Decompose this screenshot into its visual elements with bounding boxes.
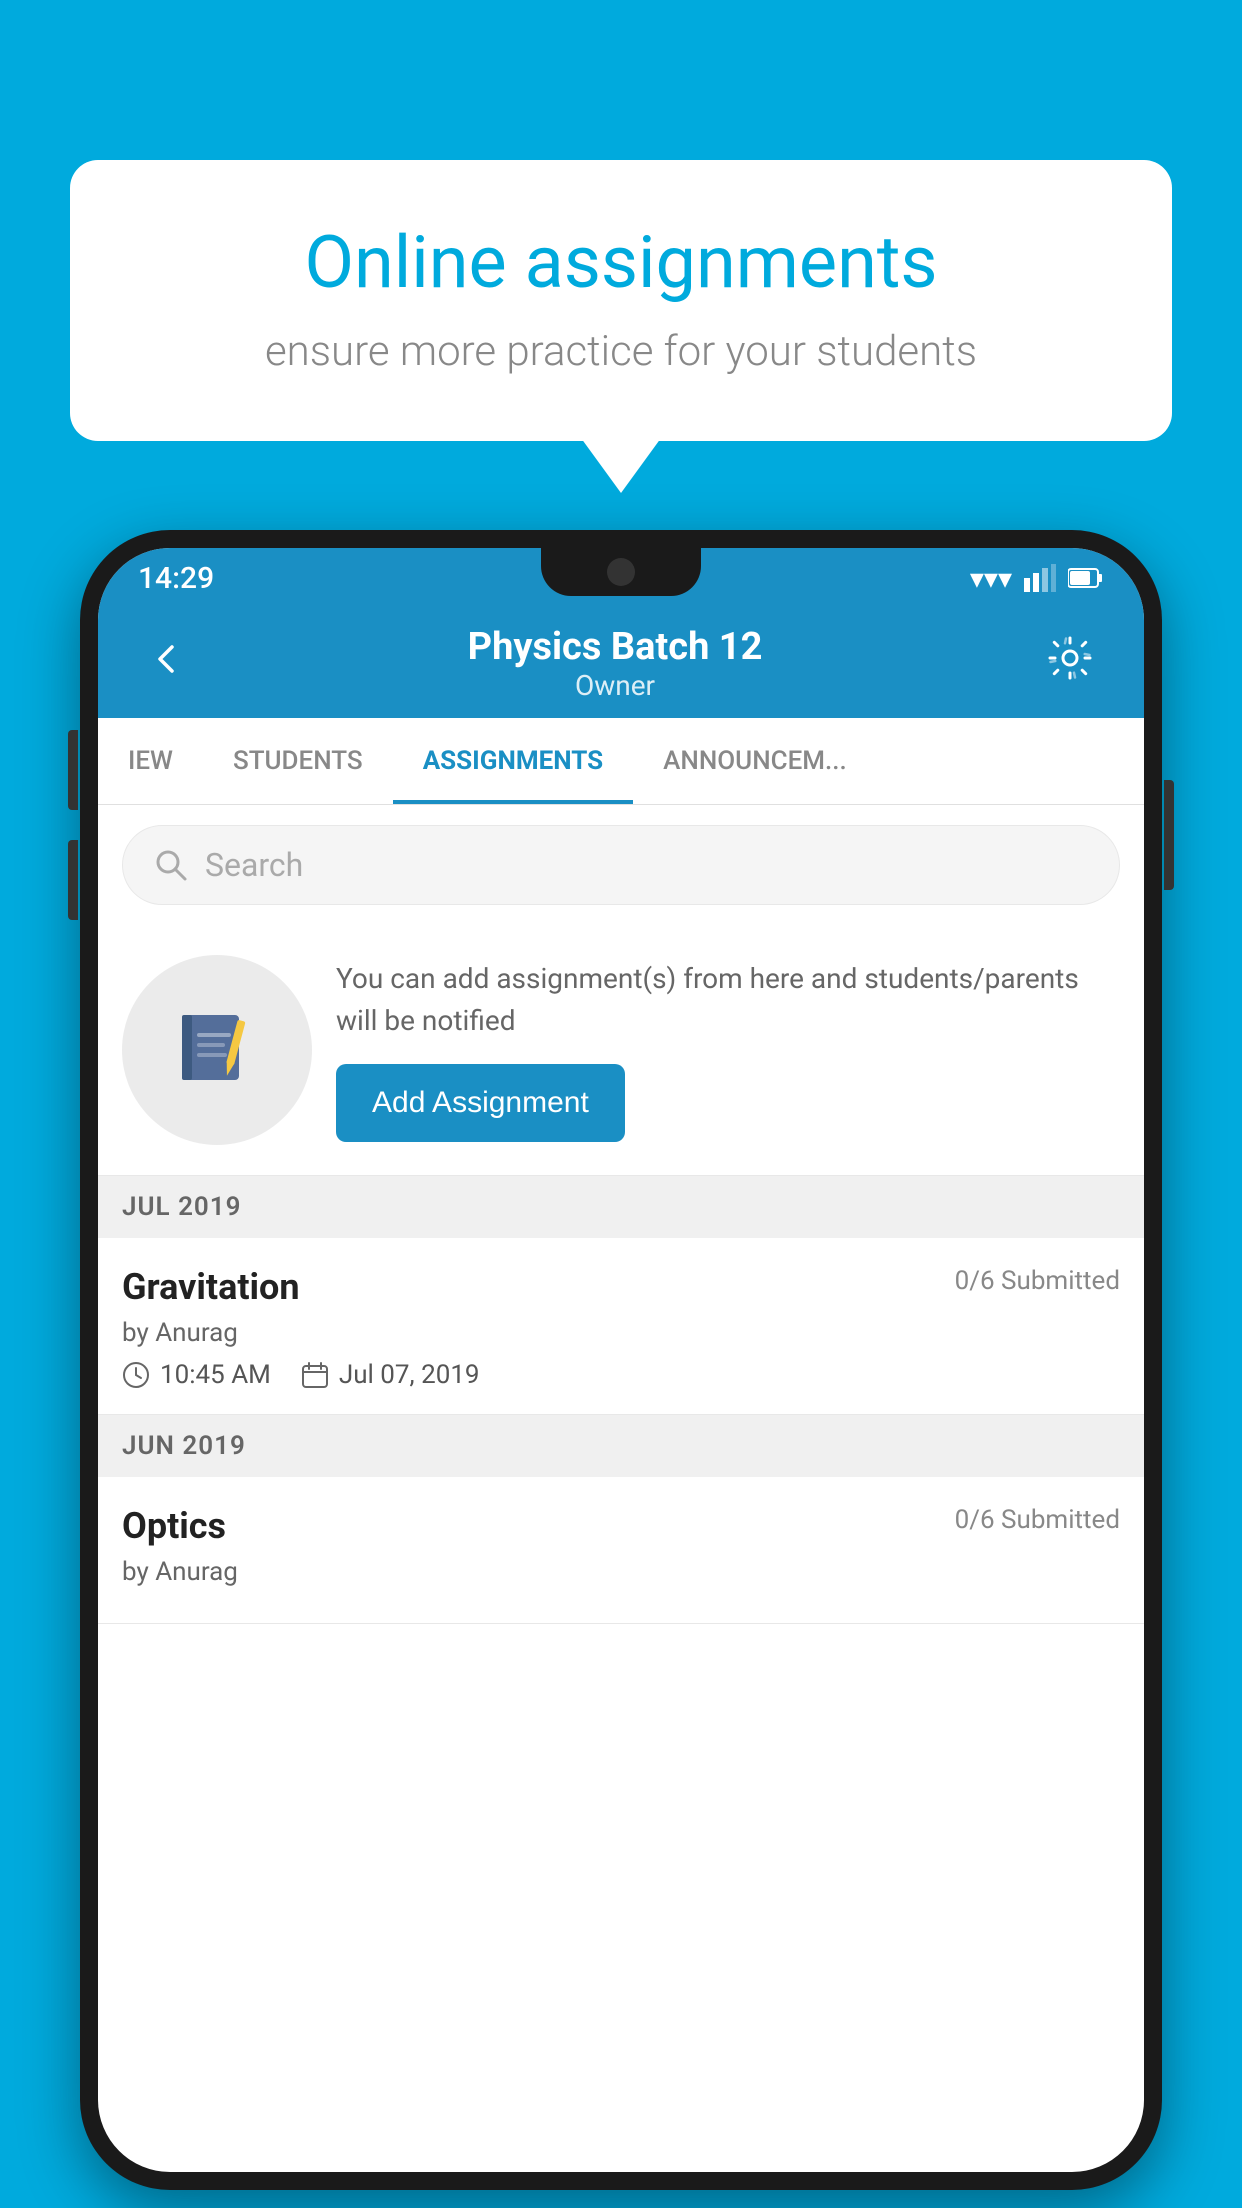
- assignment-header-gravitation: Gravitation 0/6 Submitted: [122, 1266, 1120, 1308]
- volume-down-button[interactable]: [68, 840, 78, 920]
- speech-bubble-subtitle: ensure more practice for your students: [140, 327, 1102, 376]
- search-placeholder: Search: [205, 846, 303, 884]
- promo-text: You can add assignment(s) from here and …: [336, 958, 1120, 1042]
- section-header-jun-2019: JUN 2019: [98, 1415, 1144, 1477]
- notebook-icon: [172, 1005, 262, 1095]
- assignment-title-optics: Optics: [122, 1505, 226, 1547]
- speech-bubble-container: Online assignments ensure more practice …: [70, 160, 1172, 441]
- promo-icon-circle: [122, 955, 312, 1145]
- phone-container: 14:29 ▾▾▾: [80, 530, 1162, 2208]
- power-button[interactable]: [1164, 780, 1174, 890]
- promo-content: You can add assignment(s) from here and …: [336, 958, 1120, 1142]
- assignment-header-optics: Optics 0/6 Submitted: [122, 1505, 1120, 1547]
- phone-screen: 14:29 ▾▾▾: [98, 548, 1144, 2172]
- status-icons: ▾▾▾: [970, 562, 1104, 595]
- assignment-time-gravitation: 10:45 AM: [122, 1360, 271, 1390]
- calendar-icon: [301, 1361, 329, 1389]
- tab-students[interactable]: STUDENTS: [203, 718, 393, 804]
- assignment-submitted-optics: 0/6 Submitted: [955, 1505, 1120, 1535]
- section-header-jul-2019: JUL 2019: [98, 1176, 1144, 1238]
- tabs-container: IEW STUDENTS ASSIGNMENTS ANNOUNCEM...: [98, 718, 1144, 805]
- wifi-icon: ▾▾▾: [970, 562, 1012, 595]
- add-assignment-button[interactable]: Add Assignment: [336, 1064, 625, 1142]
- tab-announcements[interactable]: ANNOUNCEM...: [633, 718, 1144, 804]
- assignment-meta-gravitation: 10:45 AM Jul 07, 2019: [122, 1360, 1120, 1390]
- app-bar-center: Physics Batch 12 Owner: [468, 625, 763, 702]
- app-bar-title: Physics Batch 12: [468, 625, 763, 669]
- assignment-item-gravitation[interactable]: Gravitation 0/6 Submitted by Anurag 10:4…: [98, 1238, 1144, 1415]
- settings-button[interactable]: [1036, 624, 1104, 702]
- battery-icon: [1068, 567, 1104, 589]
- assignment-author-optics: by Anurag: [122, 1557, 1120, 1587]
- assignment-author-gravitation: by Anurag: [122, 1318, 1120, 1348]
- clock-icon: [122, 1361, 150, 1389]
- speech-bubble: Online assignments ensure more practice …: [70, 160, 1172, 441]
- signal-icon: [1024, 564, 1056, 592]
- phone-camera: [607, 558, 635, 586]
- app-bar-subtitle: Owner: [468, 669, 763, 702]
- add-assignment-promo: You can add assignment(s) from here and …: [98, 925, 1144, 1176]
- assignment-submitted-gravitation: 0/6 Submitted: [955, 1266, 1120, 1296]
- back-button[interactable]: [138, 629, 194, 698]
- app-bar: Physics Batch 12 Owner: [98, 608, 1144, 718]
- speech-bubble-title: Online assignments: [140, 220, 1102, 305]
- search-bar[interactable]: Search: [122, 825, 1120, 905]
- volume-up-button[interactable]: [68, 730, 78, 810]
- status-time: 14:29: [138, 561, 214, 596]
- assignment-item-optics[interactable]: Optics 0/6 Submitted by Anurag: [98, 1477, 1144, 1624]
- assignment-title-gravitation: Gravitation: [122, 1266, 300, 1308]
- tab-assignments[interactable]: ASSIGNMENTS: [393, 718, 633, 804]
- assignment-date-gravitation: Jul 07, 2019: [301, 1360, 480, 1390]
- tab-iew[interactable]: IEW: [98, 718, 203, 804]
- phone-frame: 14:29 ▾▾▾: [80, 530, 1162, 2190]
- search-icon: [153, 847, 189, 883]
- search-container: Search: [98, 805, 1144, 925]
